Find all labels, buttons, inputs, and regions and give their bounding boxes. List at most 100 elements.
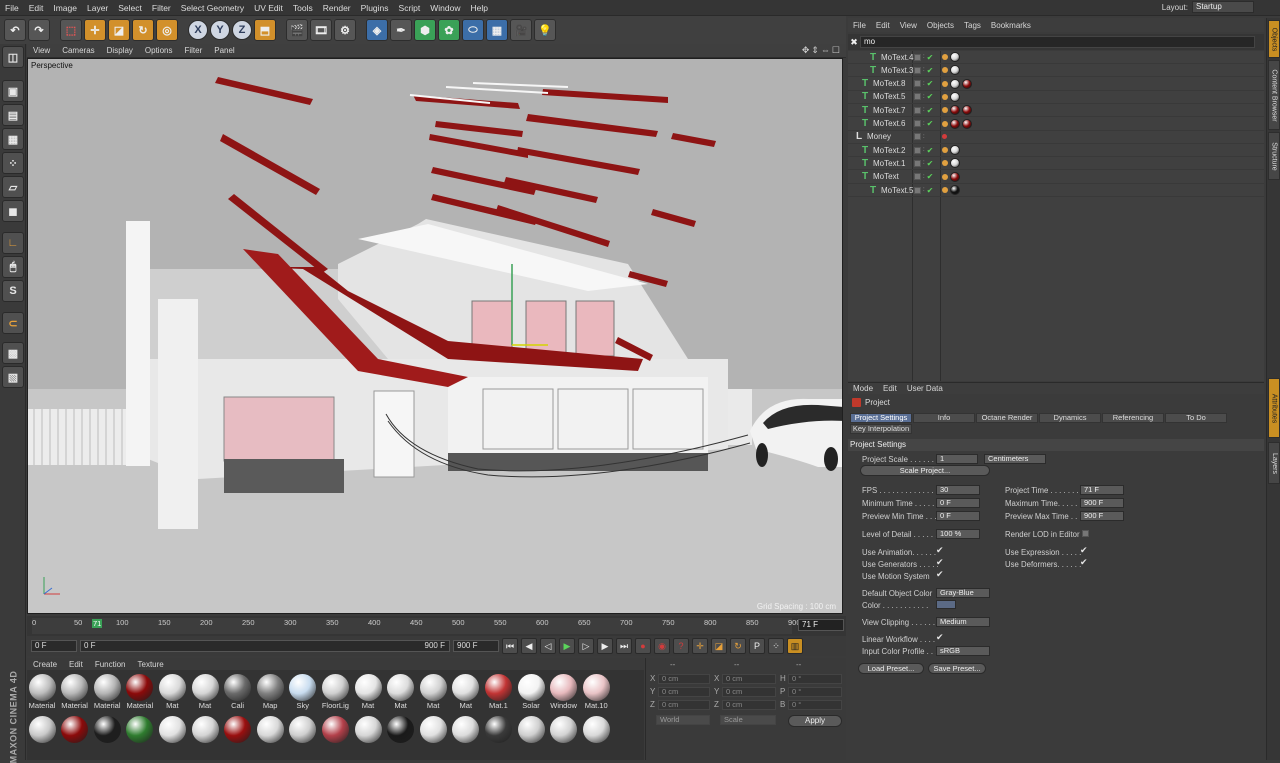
texture-tag-icon[interactable] (942, 67, 948, 74)
object-row[interactable]: T MoText.2: ✔ (848, 144, 1264, 158)
attributes-tab-referencing[interactable]: Referencing (1102, 413, 1164, 423)
move-tool-icon[interactable]: ✛ (84, 19, 106, 41)
material-swatch[interactable] (223, 714, 253, 756)
material-swatch[interactable] (320, 714, 350, 756)
texture-tag-icon[interactable] (942, 80, 948, 87)
texture-tag-icon[interactable] (942, 187, 948, 193)
layer-icon[interactable] (914, 106, 921, 114)
coord-size-field[interactable]: 0 cm (722, 674, 776, 684)
y-axis-lock-button[interactable]: Y (210, 20, 230, 40)
linear-workflow-checkbox[interactable]: ✔ (936, 632, 944, 643)
enabled-check-icon[interactable]: ✔ (927, 106, 934, 115)
clear-search-icon[interactable]: ✖ (848, 37, 860, 48)
render-picture-viewer-icon[interactable]: 🎞 (310, 19, 332, 41)
render-settings-icon[interactable]: ⚙ (334, 19, 356, 41)
menu-item-uv-edit[interactable]: UV Edit (249, 3, 288, 13)
use-expression-checkbox[interactable]: ✔ (1080, 545, 1088, 556)
material-tag-icon[interactable] (962, 118, 972, 129)
enabled-check-icon[interactable]: ✔ (927, 159, 934, 168)
object-menu-objects[interactable]: Objects (922, 21, 959, 30)
key-scale-icon[interactable]: ◪ (711, 638, 727, 654)
key-position-icon[interactable]: ✛ (692, 638, 708, 654)
attributes-tab-to-do[interactable]: To Do (1165, 413, 1227, 423)
viewport-menu-filter[interactable]: Filter (178, 46, 208, 55)
material-tag-icon[interactable] (950, 78, 960, 89)
attributes-tab-key-interpolation[interactable]: Key Interpolation (850, 424, 912, 434)
attributes-menu-edit[interactable]: Edit (878, 384, 902, 393)
next-key-icon[interactable]: ▶ (597, 638, 613, 654)
viewport-menu-options[interactable]: Options (139, 46, 179, 55)
current-frame-marker[interactable]: 71 (92, 619, 103, 628)
enabled-check-icon[interactable]: ✔ (927, 79, 934, 88)
viewport-menu-view[interactable]: View (27, 46, 56, 55)
material-swatch[interactable] (288, 714, 318, 756)
attributes-tab-dynamics[interactable]: Dynamics (1039, 413, 1101, 423)
make-editable-icon[interactable]: ◫ (2, 46, 24, 68)
material-swatch[interactable]: Mat (190, 672, 220, 714)
layer-icon[interactable] (914, 120, 921, 127)
material-swatch[interactable]: Cali (223, 672, 253, 714)
object-row[interactable]: T MoText.3: ✔ (848, 64, 1264, 78)
material-swatch[interactable] (60, 714, 90, 756)
current-frame-field[interactable]: 71 F (798, 619, 844, 631)
go-to-start-icon[interactable]: ⏮ (502, 638, 518, 654)
timeline-ruler[interactable]: 71 0 50 100 150 200 250 300 350 400 450 500 550 600 6… (32, 618, 801, 634)
material-swatch[interactable]: Mat (157, 672, 187, 714)
menu-item-file[interactable]: File (0, 3, 24, 13)
points-mode-icon[interactable]: ⁘ (2, 152, 24, 174)
attributes-menu-mode[interactable]: Mode (848, 384, 878, 393)
visibility-dots-icon[interactable]: : (923, 94, 925, 100)
material-swatch[interactable]: Solar (516, 672, 546, 714)
object-search-input[interactable]: mo (860, 36, 1255, 48)
material-tag-icon[interactable] (950, 105, 960, 116)
coord-position-field[interactable]: 0 cm (658, 687, 710, 697)
object-row[interactable]: T MoText.6: ✔ (848, 118, 1264, 131)
visibility-dots-icon[interactable]: : (923, 54, 925, 60)
material-swatch[interactable]: Mat.1 (483, 672, 513, 714)
visibility-dots-icon[interactable]: : (923, 160, 925, 166)
scale-tool-icon[interactable]: ◪ (108, 19, 130, 41)
fps-field[interactable]: 30 (936, 485, 980, 495)
color-swatch[interactable] (936, 600, 956, 609)
min-time-field[interactable]: 0 F (936, 498, 980, 508)
material-menu-edit[interactable]: Edit (63, 660, 89, 669)
texture-tag-icon[interactable] (942, 93, 948, 100)
material-swatch[interactable]: Mat (386, 672, 416, 714)
material-tag-icon[interactable] (950, 145, 960, 156)
viewport-perspective[interactable]: Perspective Grid Spacing : 100 cm (27, 58, 843, 614)
max-time-field[interactable]: 900 F (1080, 498, 1124, 508)
start-frame-field[interactable]: 0 F (31, 640, 77, 652)
material-swatch[interactable] (353, 714, 383, 756)
autokey-icon[interactable]: ◉ (654, 638, 670, 654)
edges-mode-icon[interactable]: ▱ (2, 176, 24, 198)
object-row[interactable]: T MoText.7: ✔ (848, 104, 1264, 118)
viewport-menu-cameras[interactable]: Cameras (56, 46, 100, 55)
material-swatch[interactable] (483, 714, 513, 756)
coord-size-field[interactable]: 0 cm (722, 700, 776, 710)
layer-icon[interactable] (914, 186, 921, 194)
object-row[interactable]: T MoText: ✔ (848, 171, 1264, 184)
object-row[interactable]: T MoText.5: ✔ (848, 91, 1264, 104)
timeline-window-icon[interactable]: ▥ (787, 638, 803, 654)
project-time-field[interactable]: 71 F (1080, 485, 1124, 495)
material-swatch[interactable] (157, 714, 187, 756)
preview-min-field[interactable]: 0 F (936, 511, 980, 521)
snap-icon[interactable]: S (2, 280, 24, 302)
material-menu-function[interactable]: Function (89, 660, 132, 669)
material-tag-icon[interactable] (950, 65, 960, 76)
x-axis-lock-button[interactable]: X (188, 20, 208, 40)
rotate-tool-icon[interactable]: ↻ (132, 19, 154, 41)
texture-tag-icon[interactable] (942, 173, 948, 180)
load-preset-button[interactable]: Load Preset... (858, 663, 924, 674)
material-swatch[interactable]: Material (92, 672, 122, 714)
material-swatch[interactable]: Window (549, 672, 579, 714)
z-axis-lock-button[interactable]: Z (232, 20, 252, 40)
save-preset-button[interactable]: Save Preset... (928, 663, 986, 674)
object-menu-view[interactable]: View (895, 21, 922, 30)
go-to-end-icon[interactable]: ⏭ (616, 638, 632, 654)
object-menu-file[interactable]: File (848, 21, 871, 30)
material-tag-icon[interactable] (950, 171, 960, 182)
menu-item-plugins[interactable]: Plugins (356, 3, 394, 13)
coord-size-field[interactable]: 0 cm (722, 687, 776, 697)
axis-mode-icon[interactable]: ∟ (2, 232, 24, 254)
